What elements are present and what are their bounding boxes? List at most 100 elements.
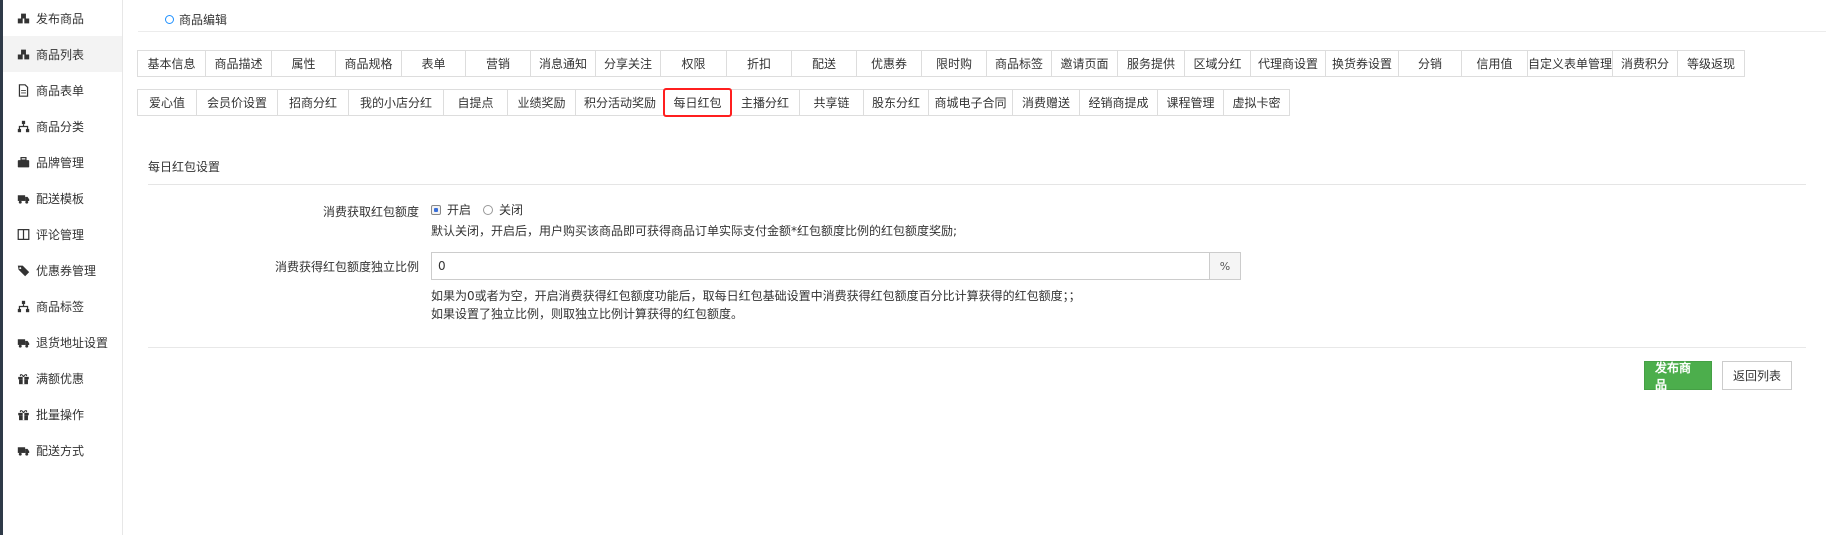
tab[interactable]: 股东分红 — [863, 89, 929, 116]
section-title: 每日红包设置 — [148, 160, 221, 174]
tab[interactable]: 换货券设置 — [1325, 50, 1399, 77]
sidebar-item-label: 满额优惠 — [36, 371, 85, 386]
truck-icon — [15, 442, 31, 458]
sidebar-item[interactable]: 配送方式 — [3, 432, 122, 468]
tabs-row-2: 爱心值 会员价设置 招商分红 我的小店分红 自提点 业绩奖励 积分活动奖励 每日红包 主播分红共… — [137, 88, 1290, 117]
tab[interactable]: 属性 — [271, 50, 336, 77]
sidebar-item[interactable]: 评论管理 — [3, 216, 122, 252]
sidebar-item-label: 商品列表 — [36, 47, 85, 62]
circle-icon — [165, 14, 174, 24]
sidebar-item[interactable]: 退货地址设置 — [3, 324, 122, 360]
section-divider — [148, 184, 1806, 185]
radio-checked-icon — [431, 204, 441, 215]
tab[interactable]: 商品描述 — [205, 50, 272, 77]
sidebar-item[interactable]: 商品分类 — [3, 108, 122, 144]
tab[interactable]: 消费赠送 — [1012, 89, 1080, 116]
gift-icon — [15, 406, 31, 422]
tab[interactable]: 邀请页面 — [1051, 50, 1118, 77]
sidebar-item-label: 退货地址设置 — [36, 335, 109, 350]
tab[interactable]: 分享关注 — [595, 50, 661, 77]
ratio-input[interactable] — [431, 252, 1209, 280]
ratio-hint-2: 如果设置了独立比例，则取独立比例计算获得的红包额度。 — [431, 307, 744, 321]
truck-icon — [15, 334, 31, 350]
tab[interactable]: 商品标签 — [986, 50, 1052, 77]
tab[interactable]: 每日红包 — [663, 88, 732, 117]
truck-icon — [15, 190, 31, 206]
tab[interactable]: 服务提供 — [1117, 50, 1185, 77]
tab[interactable]: 我的小店分红 — [348, 89, 444, 116]
tab[interactable]: 积分活动奖励 — [575, 89, 665, 116]
tab[interactable]: 信用值 — [1461, 50, 1528, 77]
sidebar-item[interactable]: 发布商品 — [3, 0, 122, 36]
tab[interactable]: 爱心值 — [137, 89, 197, 116]
tab[interactable]: 基本信息 — [137, 50, 206, 77]
page-header: 商品编辑 — [138, 7, 1826, 32]
tab[interactable]: 分销 — [1398, 50, 1462, 77]
cubes-icon — [15, 10, 31, 26]
enable-radio-group: 开启 关闭 — [431, 201, 535, 218]
sidebar-item[interactable]: 商品表单 — [3, 72, 122, 108]
sitemap-icon — [15, 118, 31, 134]
publish-button[interactable]: 发布商品 — [1644, 361, 1712, 392]
tab[interactable]: 限时购 — [921, 50, 987, 77]
tab[interactable]: 商城电子合同 — [928, 89, 1013, 116]
ratio-label: 消费获得红包额度独立比例 — [274, 260, 419, 274]
enable-hint: 默认关闭，开启后，用户购买该商品即可获得商品订单实际支付金额*红包额度比例的红包… — [431, 224, 958, 238]
tab[interactable]: 营销 — [465, 50, 531, 77]
tab[interactable]: 共享链 — [799, 89, 864, 116]
sidebar-item[interactable]: 品牌管理 — [3, 144, 122, 180]
main-content: 商品编辑 基本信息 商品描述 属性 商品规格 表单 营销 消息通知 分享关注 权限 折扣 配送 优惠券… — [124, 0, 1844, 535]
ratio-hint-1: 如果为0或者为空，开启消费获得红包额度功能后，取每日红包基础设置中消费获得红包额… — [431, 289, 1081, 303]
tab[interactable]: 商品规格 — [335, 50, 402, 77]
enable-label: 消费获取红包额度 — [322, 205, 419, 219]
tab[interactable]: 会员价设置 — [196, 89, 278, 116]
cubes-icon — [15, 46, 31, 62]
sidebar-item-label: 品牌管理 — [36, 155, 85, 170]
tab[interactable]: 表单 — [401, 50, 466, 77]
sidebar-item[interactable]: 满额优惠 — [3, 360, 122, 396]
sidebar-item-label: 配送模板 — [36, 191, 85, 206]
sitemap-icon — [15, 298, 31, 314]
sidebar-item-label: 商品标签 — [36, 299, 85, 314]
tab[interactable]: 业绩奖励 — [507, 89, 576, 116]
tab[interactable]: 消费积分 — [1612, 50, 1678, 77]
tab[interactable]: 等级返现 — [1677, 50, 1745, 77]
footer-divider — [148, 347, 1806, 348]
sidebar-item[interactable]: 商品标签 — [3, 288, 122, 324]
tab[interactable]: 折扣 — [726, 50, 792, 77]
sidebar-item[interactable]: 优惠券管理 — [3, 252, 122, 288]
tab[interactable]: 配送 — [791, 50, 857, 77]
sidebar-item-label: 批量操作 — [36, 407, 85, 422]
sidebar-item-label: 评论管理 — [36, 227, 85, 242]
tab[interactable]: 经销商提成 — [1079, 89, 1158, 116]
tab[interactable]: 区域分红 — [1184, 50, 1251, 77]
tab[interactable]: 代理商设置 — [1250, 50, 1326, 77]
tabs-row-1: 基本信息 商品描述 属性 商品规格 表单 营销 消息通知 分享关注 权限 折扣 配送 优惠券 限时购 商品… — [137, 50, 1745, 77]
sidebar-item-label: 优惠券管理 — [36, 263, 97, 278]
radio-unchecked-icon — [483, 204, 494, 215]
tab[interactable]: 优惠券 — [856, 50, 922, 77]
radio-off-label: 关闭 — [499, 203, 524, 217]
sidebar-item[interactable]: 配送模板 — [3, 180, 122, 216]
back-to-list-button[interactable]: 返回列表 — [1722, 361, 1792, 390]
columns-icon — [15, 226, 31, 242]
sidebar-item[interactable]: 商品列表 — [3, 36, 122, 72]
sidebar-item-label: 商品分类 — [36, 119, 85, 134]
radio-on[interactable]: 开启 — [431, 201, 471, 218]
tab[interactable]: 主播分红 — [730, 89, 800, 116]
ratio-input-group: % — [431, 252, 1241, 280]
sidebar: 发布商品商品列表商品表单商品分类品牌管理配送模板评论管理优惠券管理商品标签退货地… — [3, 0, 123, 535]
tags-icon — [15, 262, 31, 278]
tab[interactable]: 自定义表单管理 — [1527, 50, 1613, 77]
tab[interactable]: 课程管理 — [1157, 89, 1224, 116]
sidebar-item[interactable]: 批量操作 — [3, 396, 122, 432]
radio-on-label: 开启 — [447, 203, 472, 217]
tab[interactable]: 自提点 — [443, 89, 508, 116]
tab[interactable]: 消息通知 — [530, 50, 596, 77]
tab[interactable]: 权限 — [660, 50, 727, 77]
tab[interactable]: 虚拟卡密 — [1223, 89, 1290, 116]
sidebar-item-label: 配送方式 — [36, 443, 85, 458]
gift-icon — [15, 370, 31, 386]
radio-off[interactable]: 关闭 — [483, 201, 523, 218]
tab[interactable]: 招商分红 — [277, 89, 349, 116]
